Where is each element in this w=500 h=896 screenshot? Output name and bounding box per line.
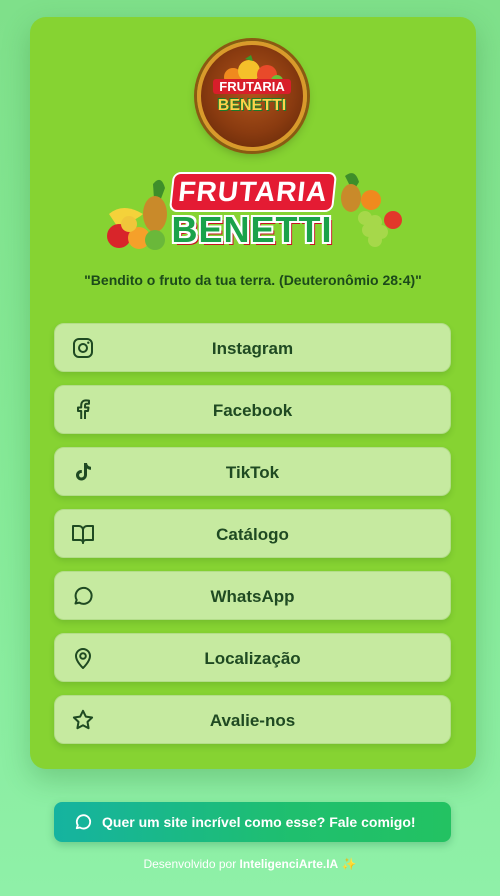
contact-developer-button[interactable]: Quer um site incrível como esse? Fale co…	[54, 802, 451, 842]
chat-icon	[75, 814, 92, 830]
logo-line-1: FRUTARIA	[213, 79, 291, 94]
review-link-button[interactable]: Avalie-nos	[54, 695, 451, 744]
whatsapp-link-button[interactable]: WhatsApp	[54, 571, 451, 620]
sparkle-icon: ✨	[341, 857, 357, 871]
tagline-quote: "Bendito o fruto da tua terra. (Deuteron…	[84, 272, 422, 288]
whatsapp-link-label: WhatsApp	[210, 587, 295, 606]
location-link-label: Localização	[204, 649, 301, 668]
brand-logo: FRUTARIA BENETTI	[197, 41, 307, 151]
catalog-link-label: Catálogo	[216, 525, 289, 544]
instagram-link-label: Instagram	[211, 339, 294, 358]
banner-line-2: BENETTI	[171, 209, 333, 250]
right-fruits-icon	[341, 173, 402, 247]
banner-line-1: FRUTARIA	[168, 172, 338, 212]
facebook-link-button[interactable]: Facebook	[54, 385, 451, 434]
tiktok-link-button[interactable]: TikTok	[54, 447, 451, 496]
catalog-link-button[interactable]: Catálogo	[54, 509, 451, 558]
facebook-link-label: Facebook	[212, 401, 293, 420]
contact-developer-label: Quer um site incrível como esse? Fale co…	[102, 814, 416, 830]
location-link-button[interactable]: Localização	[54, 633, 451, 682]
footer-brand-link[interactable]: InteligenciArte.IA	[240, 857, 339, 871]
footer-prefix: Desenvolvido por	[143, 857, 240, 871]
logo-line-2: BENETTI	[217, 97, 287, 114]
tiktok-link-label: TikTok	[225, 463, 280, 482]
instagram-link-button[interactable]: Instagram	[54, 323, 451, 372]
review-link-label: Avalie-nos	[209, 711, 296, 730]
brand-banner: FRUTARIA BENETTI	[103, 166, 403, 258]
footer-credit: Desenvolvido por InteligenciArte.IA ✨	[0, 857, 500, 871]
